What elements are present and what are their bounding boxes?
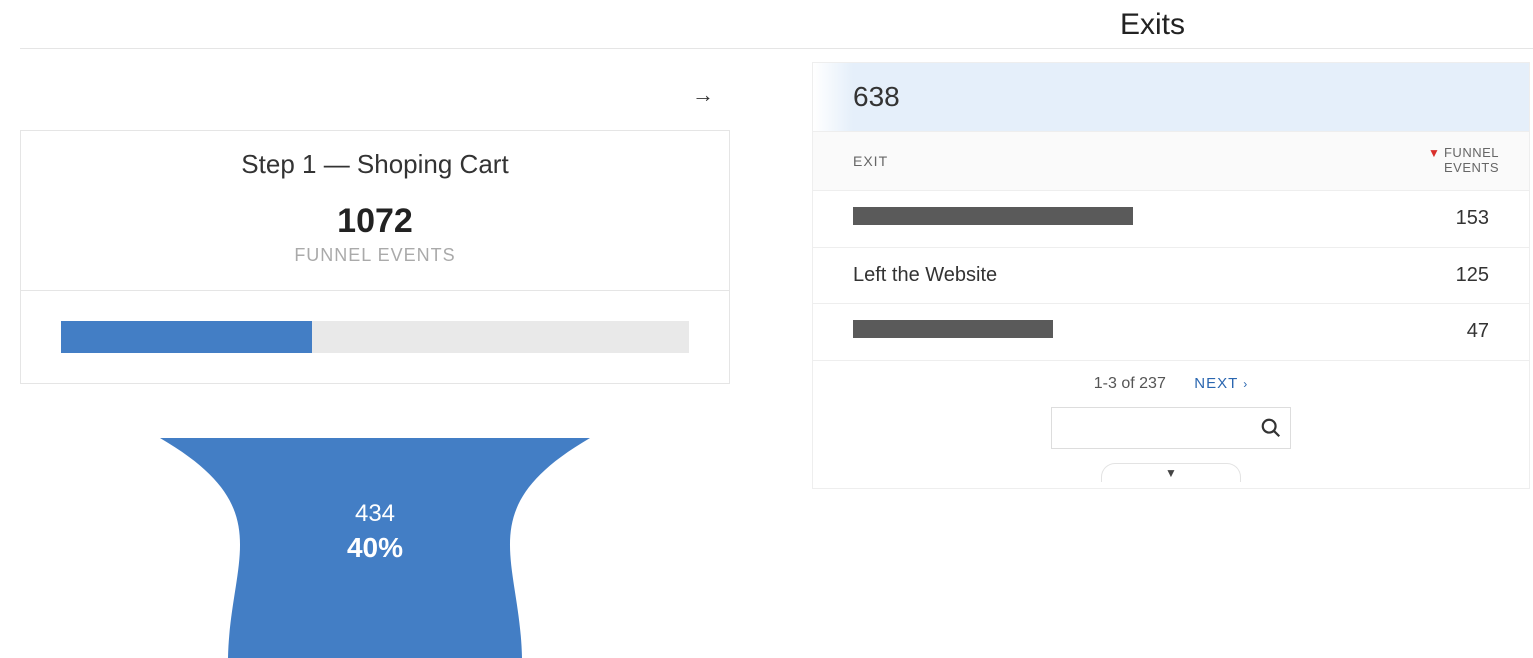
funnel-progress-fill (61, 321, 312, 353)
funnel-transition-count: 434 (20, 500, 730, 528)
exits-panel: 638 EXIT ▼ FUNNEL EVENTS 153 Left the Web… (812, 62, 1530, 489)
sort-desc-icon: ▼ (1428, 147, 1440, 161)
redacted-text (853, 320, 1053, 338)
funnel-transition-percent: 40% (20, 532, 730, 564)
exits-pager: 1-3 of 237 NEXT › (813, 361, 1529, 401)
panel-divider (20, 48, 1533, 49)
funnel-events-value: 1072 (21, 190, 729, 241)
redacted-text (853, 207, 1133, 225)
funnel-shape: 434 40% (20, 438, 730, 653)
exits-pager-range: 1-3 of 237 (1094, 375, 1166, 392)
exit-row-label: Left the Website (853, 264, 997, 287)
exits-column-exit[interactable]: EXIT (853, 153, 888, 169)
search-icon[interactable] (1260, 417, 1282, 439)
arrow-right-icon: → (692, 82, 714, 108)
funnel-step-title: Step 1 — Shoping Cart (21, 131, 729, 190)
exits-pager-next-label: NEXT (1194, 375, 1238, 392)
exits-table-header: EXIT ▼ FUNNEL EVENTS (813, 132, 1529, 191)
exit-row-label (853, 207, 1133, 231)
caret-down-icon: ▼ (1165, 466, 1177, 480)
exit-row-value: 47 (1467, 320, 1489, 343)
exit-row-value: 153 (1456, 207, 1489, 230)
exits-column-funnel-events-label: FUNNEL EVENTS (1444, 146, 1499, 176)
exits-total: 638 (813, 63, 1529, 132)
funnel-step-card: Step 1 — Shoping Cart 1072 FUNNEL EVENTS (20, 130, 730, 384)
exit-row-label (853, 320, 1053, 344)
exit-row-value: 125 (1456, 264, 1489, 287)
funnel-events-label: FUNNEL EVENTS (21, 241, 729, 290)
table-row[interactable]: 153 (813, 191, 1529, 248)
exits-heading: Exits (1120, 8, 1185, 42)
exits-pager-next[interactable]: NEXT › (1194, 375, 1248, 392)
funnel-progress (21, 291, 729, 383)
table-row[interactable]: 47 (813, 304, 1529, 361)
funnel-progress-track (61, 321, 689, 353)
exits-search-input[interactable] (1052, 408, 1290, 448)
exits-column-funnel-events[interactable]: ▼ FUNNEL EVENTS (1428, 146, 1499, 176)
expand-toggle[interactable]: ▼ (1101, 463, 1241, 482)
exits-search[interactable] (1051, 407, 1291, 449)
table-row[interactable]: Left the Website 125 (813, 248, 1529, 304)
chevron-right-icon: › (1243, 377, 1248, 391)
